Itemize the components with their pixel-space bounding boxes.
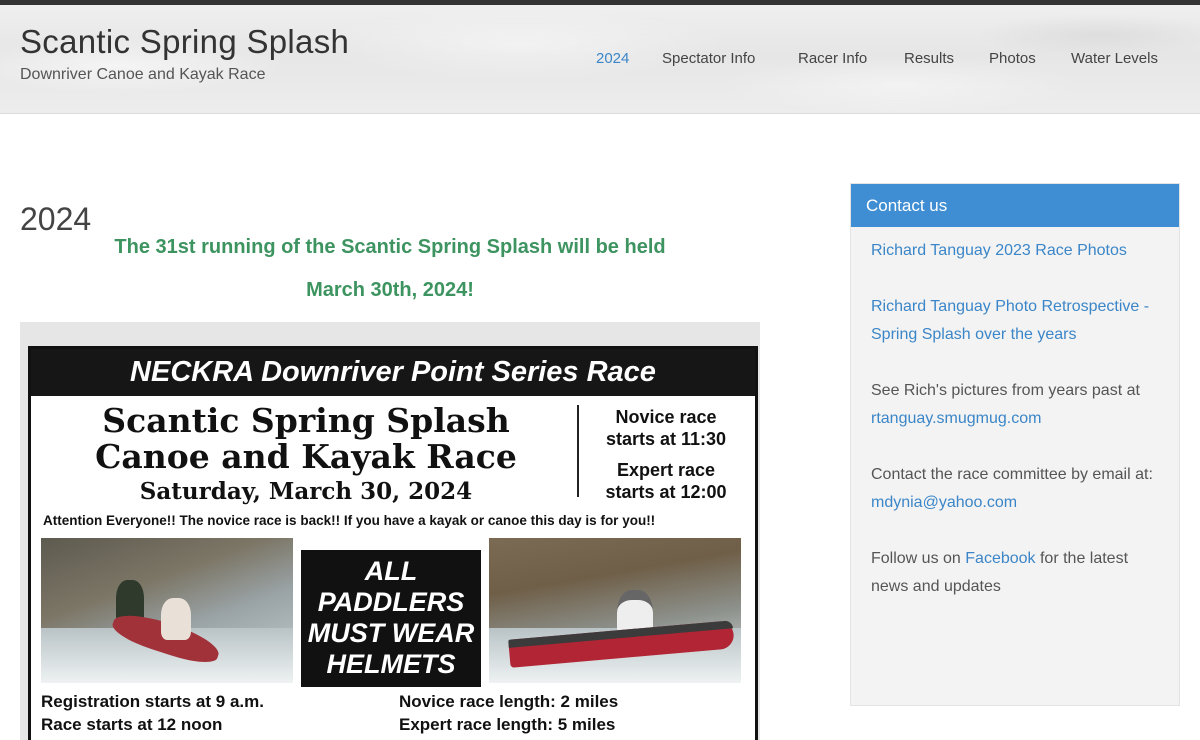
link-email[interactable]: mdynia@yahoo.com: [871, 494, 1017, 511]
paddler-figure: [161, 598, 191, 640]
smugmug-text: See Rich's pictures from years past at: [871, 382, 1140, 399]
poster-registration: Registration starts at 9 a.m.: [41, 692, 264, 711]
contact-sidebar: Contact us Richard Tanguay 2023 Race Pho…: [850, 183, 1180, 706]
helmet-line: MUST WEAR: [307, 618, 475, 648]
smugmug-paragraph: See Rich's pictures from years past at r…: [871, 377, 1166, 433]
nav-item-results[interactable]: Results: [904, 50, 954, 67]
helmet-line: HELMETS: [326, 649, 456, 679]
nav-item-water-levels[interactable]: Water Levels: [1071, 50, 1158, 67]
site-header: Scantic Spring Splash Downriver Canoe an…: [0, 5, 1200, 114]
race-poster-image: NECKRA Downriver Point Series Race Scant…: [20, 322, 760, 740]
poster-novice-length: Novice race length: 2 miles: [399, 692, 619, 711]
link-photo-retrospective[interactable]: Richard Tanguay Photo Retrospective - Sp…: [871, 298, 1149, 343]
poster-expert-start: Expert race starts at 12:00: [586, 459, 746, 503]
poster-race-start: Race starts at 12 noon: [41, 715, 223, 734]
poster-divider: [577, 405, 579, 497]
helmet-line: ALL: [364, 556, 418, 586]
poster-attention-text: Attention Everyone!! The novice race is …: [43, 513, 656, 528]
poster-date: Saturday, March 30, 2024: [139, 478, 473, 505]
kayak-photo-left: [41, 538, 293, 683]
nav-item-2024[interactable]: 2024: [596, 50, 629, 67]
announcement-date: March 30th, 2024!: [306, 279, 474, 301]
link-facebook[interactable]: Facebook: [965, 550, 1035, 567]
page-title: 2024: [20, 201, 92, 238]
sidebar-body: Richard Tanguay 2023 Race Photos Richard…: [871, 237, 1166, 629]
follow-prefix: Follow us on: [871, 550, 966, 567]
link-2023-race-photos[interactable]: Richard Tanguay 2023 Race Photos: [871, 242, 1127, 259]
link-smugmug[interactable]: rtanguay.smugmug.com: [871, 410, 1041, 427]
contact-paragraph: Contact the race committee by email at: m…: [871, 461, 1166, 517]
poster-banner: NECKRA Downriver Point Series Race: [31, 349, 755, 396]
nav-item-racer-info[interactable]: Racer Info: [798, 50, 867, 67]
poster-title-line1: Scantic Spring Splash: [102, 401, 510, 440]
announcement-line: The 31st running of the Scantic Spring S…: [114, 236, 666, 258]
poster-novice-start-line1: Novice race: [615, 407, 717, 427]
poster-expert-length: Expert race length: 5 miles: [399, 715, 616, 734]
poster-expert-start-line2: starts at 12:00: [605, 482, 727, 502]
poster-expert-start-line1: Expert race: [616, 460, 716, 480]
poster-frame: NECKRA Downriver Point Series Race Scant…: [28, 346, 758, 740]
main-nav: 2024 Spectator Info Racer Info Results P…: [0, 50, 1200, 70]
poster-novice-start: Novice race starts at 11:30: [586, 406, 746, 450]
poster-novice-start-line2: starts at 11:30: [605, 429, 727, 449]
nav-item-photos[interactable]: Photos: [989, 50, 1036, 67]
follow-paragraph: Follow us on Facebook for the latest new…: [871, 545, 1166, 601]
nav-item-spectator-info[interactable]: Spectator Info: [662, 50, 755, 67]
poster-title-line2: Canoe and Kayak Race: [95, 437, 517, 476]
helmet-line: PADDLERS: [317, 587, 465, 617]
canoe-photo-right: [489, 538, 741, 683]
contact-text: Contact the race committee by email at:: [871, 466, 1153, 483]
sidebar-heading: Contact us: [851, 184, 1179, 227]
helmet-notice: ALL PADDLERS MUST WEAR HELMETS: [301, 550, 481, 687]
